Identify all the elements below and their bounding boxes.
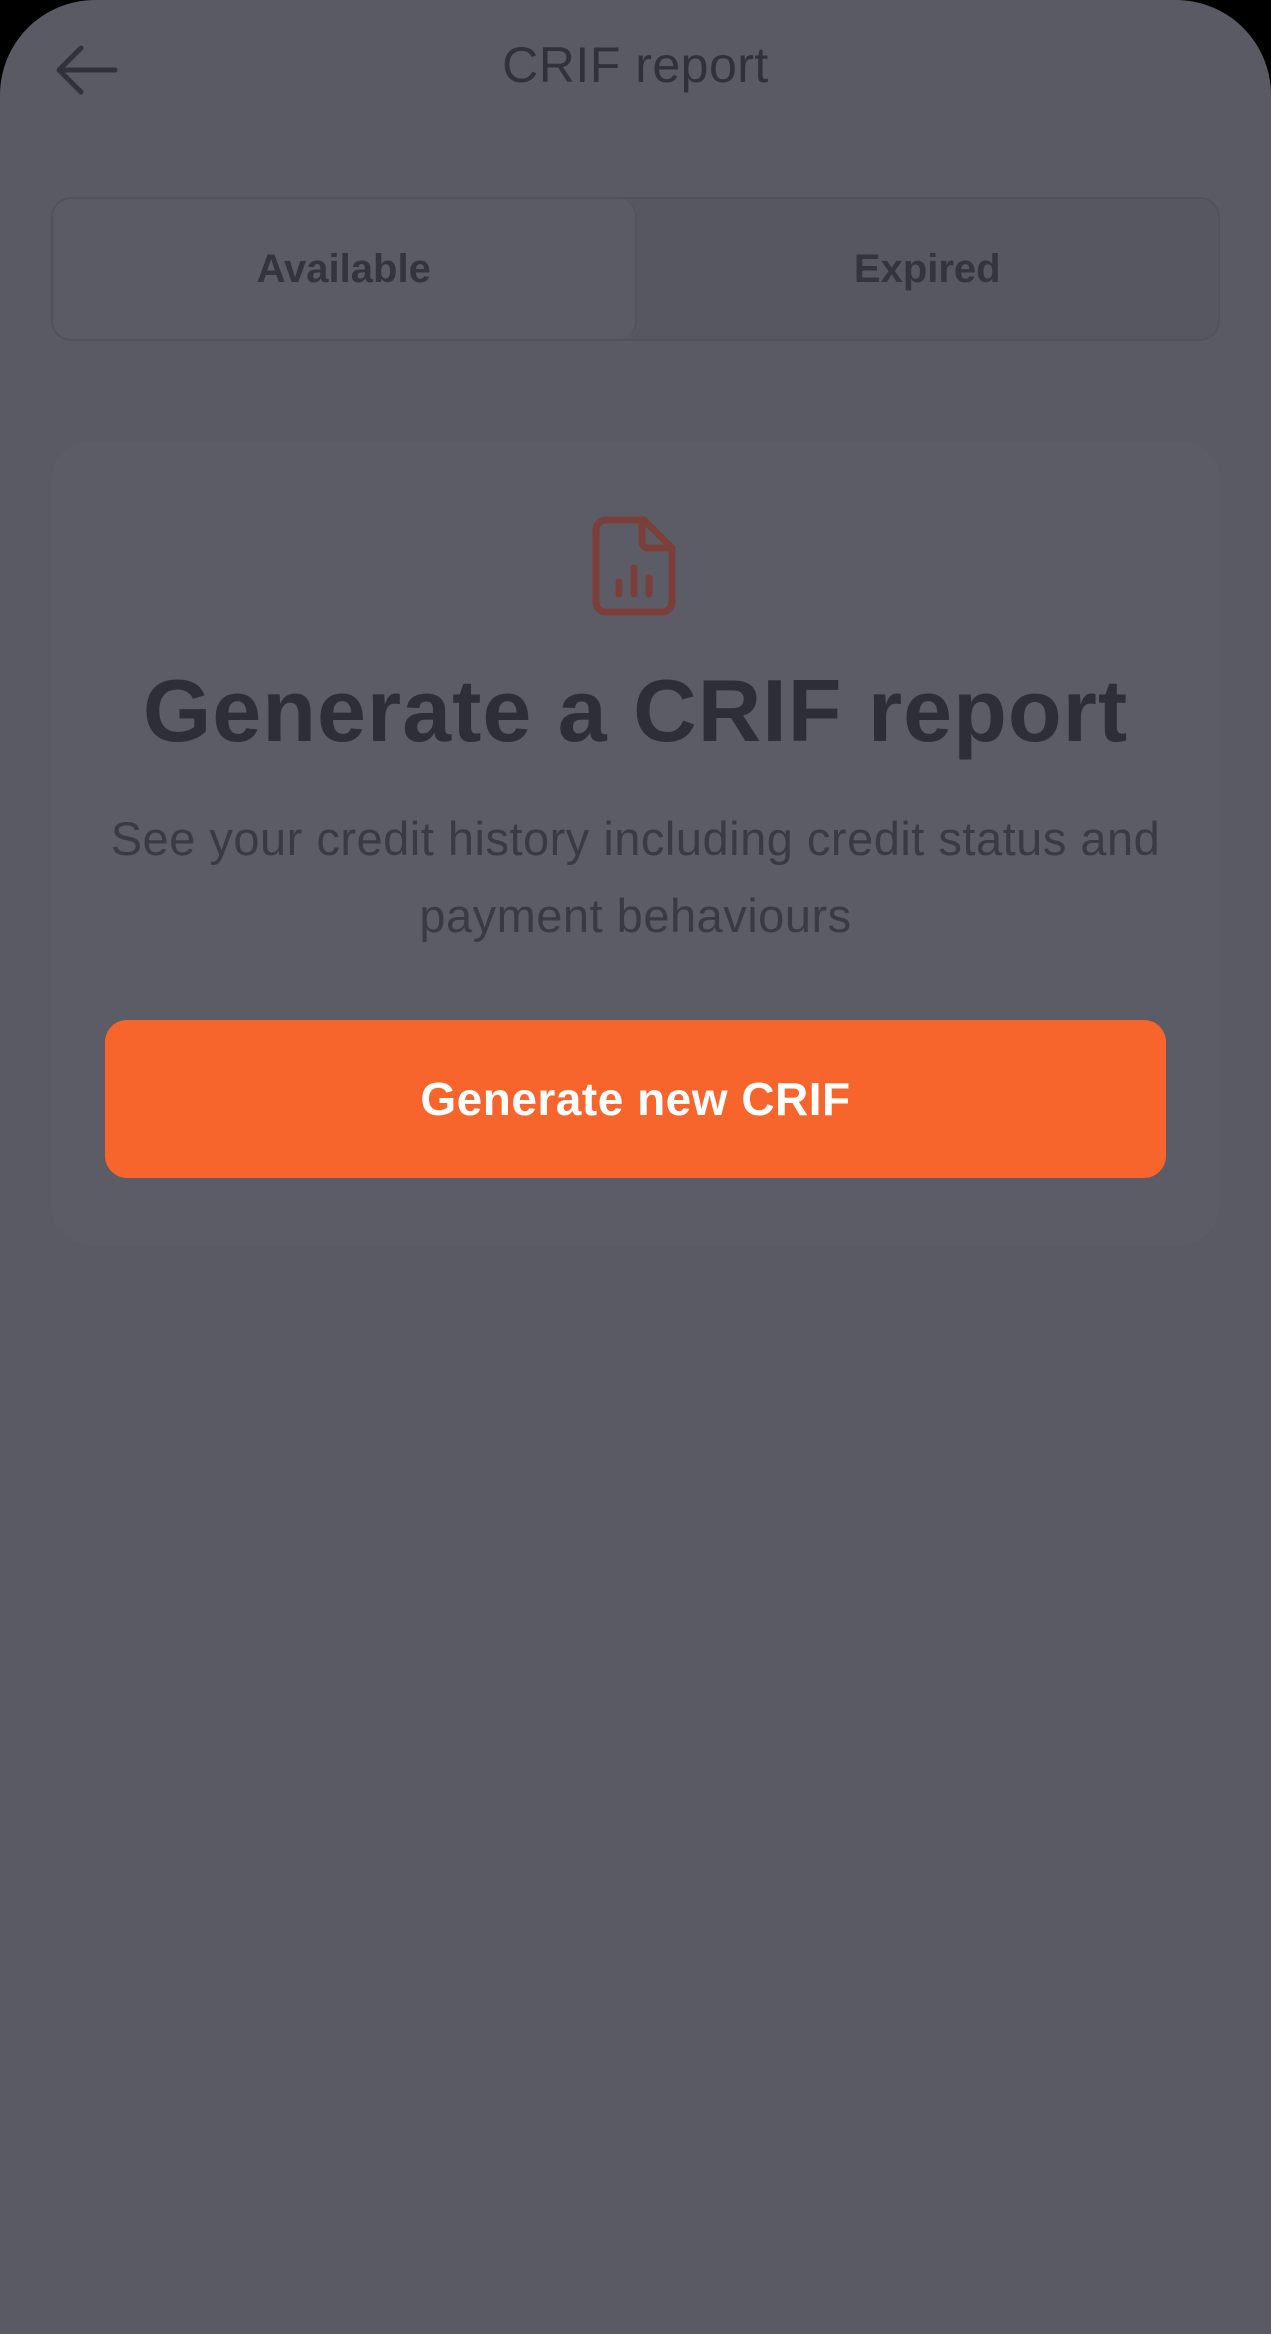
screen: CRIF report Available Expired Generate a…	[0, 0, 1271, 2334]
segmented-control: Available Expired	[51, 197, 1220, 341]
page-title: CRIF report	[502, 37, 769, 93]
top-bar: CRIF report	[0, 0, 1271, 136]
empty-state-heading: Generate a CRIF report	[142, 661, 1129, 760]
generate-crif-button[interactable]: Generate new CRIF	[105, 1020, 1166, 1178]
document-chart-icon	[592, 516, 676, 616]
tab-expired[interactable]: Expired	[637, 199, 1219, 339]
tab-available[interactable]: Available	[53, 199, 637, 339]
empty-state-description: See your credit history including credit…	[110, 812, 1161, 942]
